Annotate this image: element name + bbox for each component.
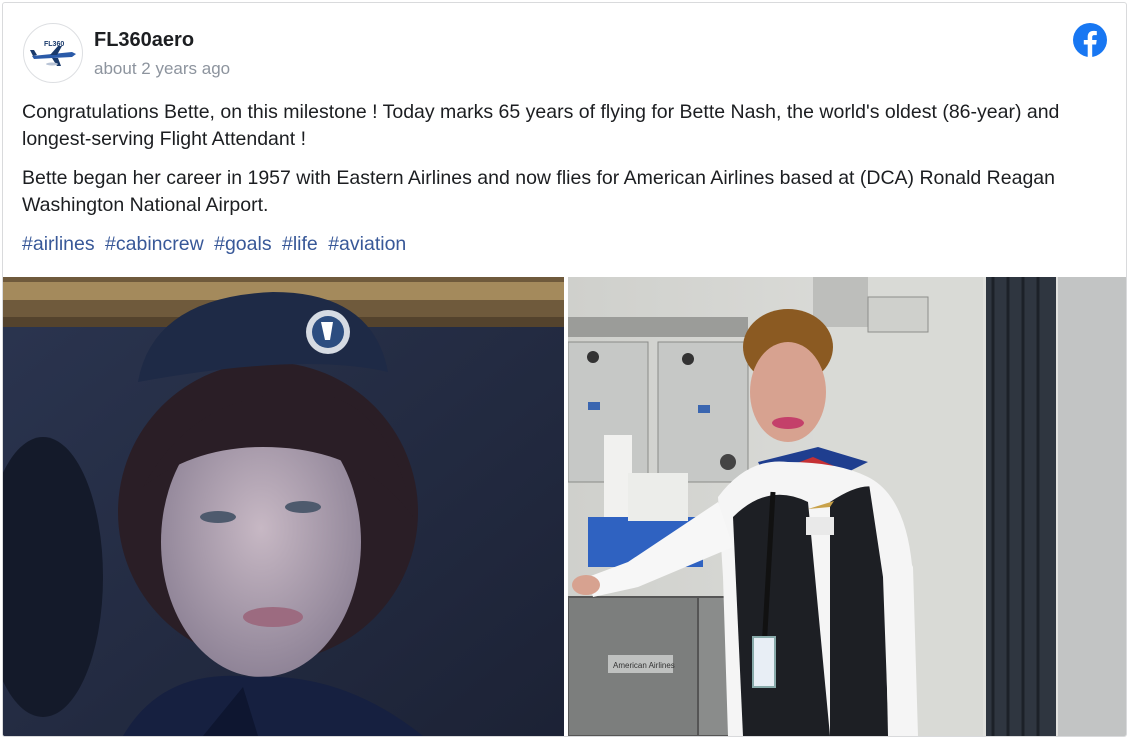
- post-header: FL360 FL360aero about 2 years ago: [3, 3, 1126, 93]
- post-message: Congratulations Bette, on this milestone…: [22, 99, 1112, 270]
- author-name[interactable]: FL360aero: [94, 29, 194, 52]
- social-post-card: FL360 FL360aero about 2 years ago Congra…: [2, 2, 1127, 737]
- svg-text:American Airlines: American Airlines: [613, 661, 675, 670]
- vintage-portrait-photo[interactable]: [3, 277, 564, 736]
- avatar[interactable]: FL360: [23, 23, 83, 83]
- hashtag-link[interactable]: #life: [282, 233, 318, 255]
- hashtag-list: #airlines #cabincrew #goals #life #aviat…: [22, 231, 1112, 258]
- post-paragraph: Congratulations Bette, on this milestone…: [22, 101, 1060, 150]
- airplane-icon: FL360: [25, 25, 81, 81]
- photo-gallery: American Airlines: [3, 277, 1126, 736]
- facebook-icon[interactable]: [1072, 22, 1108, 58]
- hashtag-link[interactable]: #goals: [214, 233, 271, 255]
- hashtag-link[interactable]: #cabincrew: [105, 233, 204, 255]
- post-paragraph: Bette began her career in 1957 with East…: [22, 167, 1055, 216]
- hashtag-link[interactable]: #aviation: [328, 233, 406, 255]
- galley-portrait-photo[interactable]: American Airlines: [568, 277, 1126, 736]
- hashtag-link[interactable]: #airlines: [22, 233, 95, 255]
- post-timestamp[interactable]: about 2 years ago: [94, 59, 230, 79]
